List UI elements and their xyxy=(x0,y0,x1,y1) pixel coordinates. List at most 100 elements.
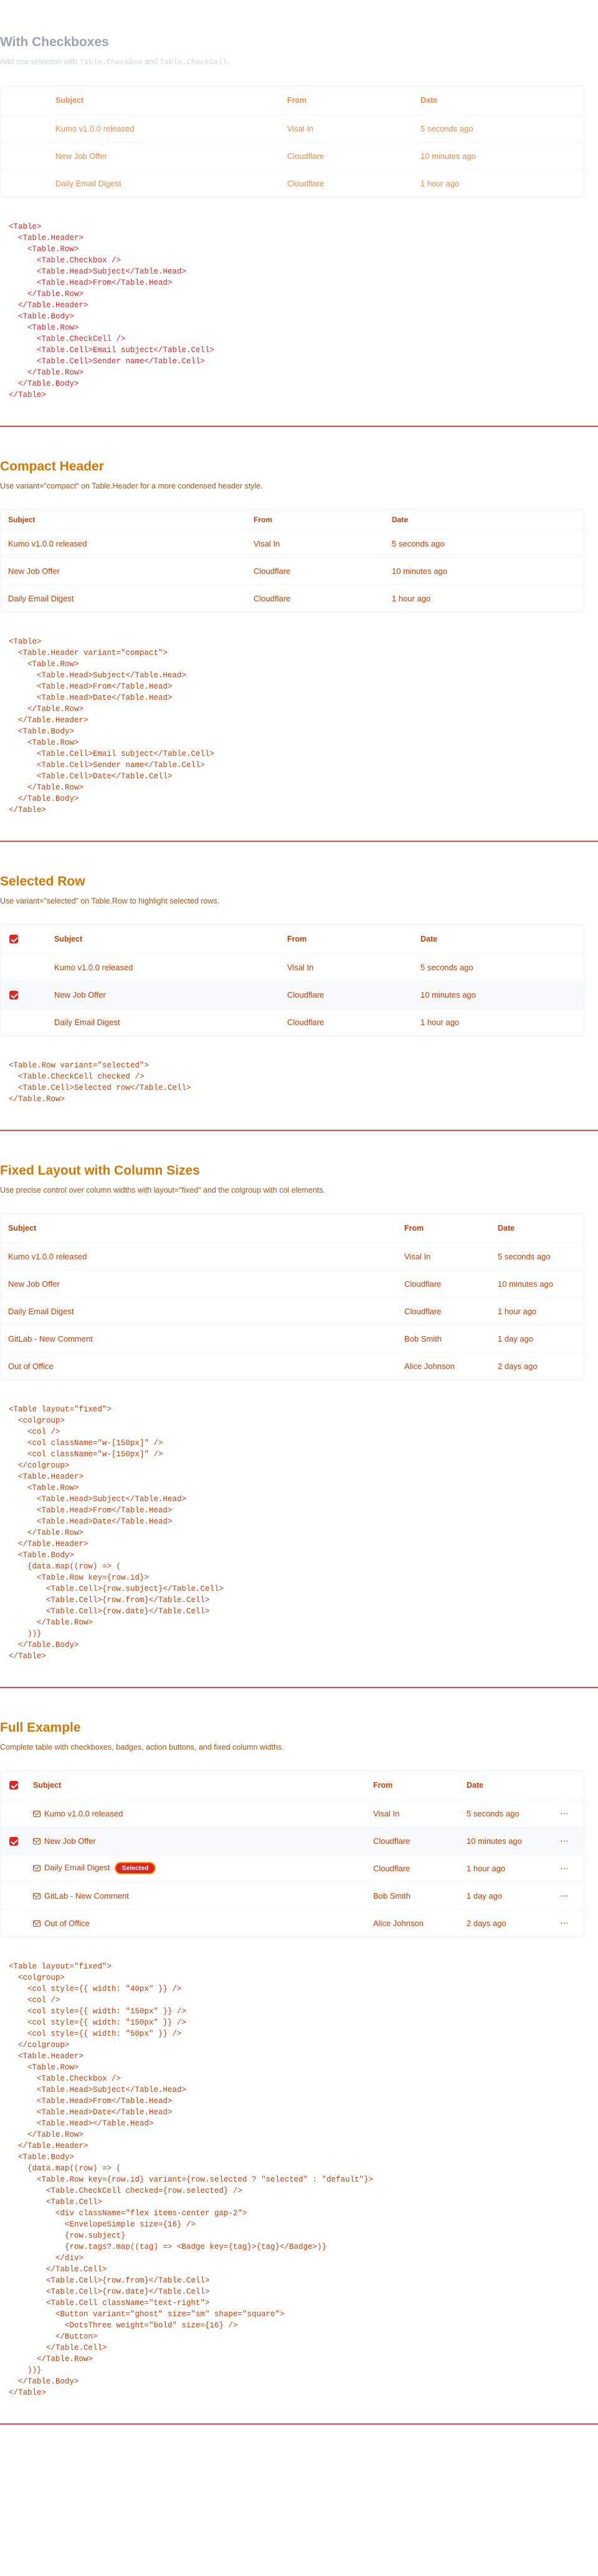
envelope-icon xyxy=(33,1920,40,1927)
table-full-example: Subject From Date Kumo v1.0.0 released V… xyxy=(0,1770,584,1937)
section-fixed-layout: Fixed Layout with Column Sizes Use preci… xyxy=(0,1131,598,1688)
subject-cell: Daily Email Digest xyxy=(54,1017,120,1027)
dots-three-icon[interactable]: ⋯ xyxy=(560,1891,569,1901)
table-header-row: Subject From Date xyxy=(1,1771,584,1800)
table-row[interactable]: Kumo v1.0.0 released Visal In 5 seconds ag… xyxy=(1,115,584,143)
subject-cell: Daily Email Digest xyxy=(1,1297,397,1325)
section-description: Use variant="selected" on Table.Row to h… xyxy=(0,897,220,905)
from-cell: Cloudflare xyxy=(287,1017,325,1027)
code-example: <Table> <Table.Header> <Table.Row> <Tabl… xyxy=(9,222,215,399)
from-cell: Visal In xyxy=(280,115,413,143)
select-all-checkbox[interactable] xyxy=(9,935,18,944)
envelope-icon xyxy=(33,1838,40,1845)
dots-three-icon[interactable]: ⋯ xyxy=(560,1918,569,1928)
table-row[interactable]: GitLab - New Comment Bob Smith 1 day ago xyxy=(1,1325,584,1353)
from-cell: Bob Smith xyxy=(397,1325,490,1353)
subject-cell: New Job Offer xyxy=(1,1270,397,1298)
code-example: <Table.Row variant="selected"> <Table.Ch… xyxy=(9,1061,191,1104)
dots-three-icon[interactable]: ⋯ xyxy=(560,1836,569,1846)
table-row[interactable]: Daily Email Digest Cloudflare 1 hour ago xyxy=(1,1297,584,1325)
section-title: Compact Header xyxy=(0,459,104,474)
section-selected-row: Selected Row Use variant="selected" on T… xyxy=(0,842,598,1131)
date-cell: 2 days ago xyxy=(498,1361,538,1371)
section-title: Fixed Layout with Column Sizes xyxy=(0,1163,200,1178)
table-header-row: Subject From Date xyxy=(1,510,584,530)
table-row[interactable]: Out of Office Alice Johnson 2 days ago xyxy=(1,1352,584,1380)
column-header-subject: Subject xyxy=(48,86,280,115)
dots-three-icon[interactable]: ⋯ xyxy=(560,1863,569,1873)
table-row-selected[interactable]: New Job Offer Cloudflare 10 minutes ago … xyxy=(1,1827,584,1855)
date-cell: 1 day ago xyxy=(459,1882,553,1910)
table-row[interactable]: Kumo v1.0.0 released Visal In 5 seconds … xyxy=(1,1800,584,1828)
actions-cell[interactable]: ⋯ xyxy=(553,1800,584,1828)
table-row[interactable]: Daily Email Digest Cloudflare 1 hour ago xyxy=(1,584,584,612)
from-cell: Visal In xyxy=(397,1243,490,1271)
subject-cell: New Job Offer xyxy=(1,557,246,585)
actions-cell[interactable]: ⋯ xyxy=(553,1909,584,1937)
row-checkbox-cell[interactable] xyxy=(1,1827,26,1855)
table-row[interactable]: Kumo v1.0.0 released Visal In 5 seconds ag… xyxy=(1,530,584,558)
table-header-row: Subject From Date xyxy=(1,925,584,954)
table-row[interactable]: New Job Offer Cloudflare 10 minutes ago xyxy=(1,557,584,585)
table-compact-header: Subject From Date Kumo v1.0.0 released Vi… xyxy=(0,509,584,613)
column-header-actions xyxy=(553,1771,584,1800)
row-checkbox-cell xyxy=(1,1882,26,1910)
actions-cell[interactable]: ⋯ xyxy=(553,1827,584,1855)
code-example: <Table layout="fixed"> <colgroup> <col s… xyxy=(9,1962,374,2397)
row-checkbox-cell xyxy=(1,1854,26,1882)
section-with-checkboxes: With Checkboxes Add row selection with T… xyxy=(0,0,598,427)
from-cell: Visal In xyxy=(246,530,384,558)
select-all-checkbox-cell[interactable] xyxy=(1,925,47,954)
from-cell: Bob Smith xyxy=(366,1882,459,1910)
date-cell: 10 minutes ago xyxy=(384,557,584,585)
row-checkbox-cell xyxy=(1,1008,47,1036)
date-cell: 10 minutes ago xyxy=(490,1270,584,1298)
table-checkbox-header xyxy=(1,86,48,115)
table-row[interactable]: Out of Office Alice Johnson 2 days ago ⋯ xyxy=(1,1909,584,1937)
section-full-example: Full Example Complete table with checkbo… xyxy=(0,1688,598,2425)
status-badge: Selected xyxy=(115,1862,156,1874)
from-cell: Cloudflare xyxy=(397,1270,490,1298)
column-header-date: Date xyxy=(413,86,584,115)
table-row[interactable]: Daily Email Digest Cloudflare 1 hour ago xyxy=(1,169,584,197)
actions-cell[interactable]: ⋯ xyxy=(553,1882,584,1910)
from-cell: Cloudflare xyxy=(246,557,384,585)
select-all-checkbox[interactable] xyxy=(9,1781,18,1790)
from-cell: Visal In xyxy=(366,1800,459,1828)
section-title: Selected Row xyxy=(0,874,85,889)
from-cell: Cloudflare xyxy=(280,981,413,1009)
date-cell: 1 hour ago xyxy=(490,1297,584,1325)
column-header-subject: Subject xyxy=(1,510,246,530)
actions-cell[interactable]: ⋯ xyxy=(553,1854,584,1882)
subject-cell: GitLab - New Comment xyxy=(1,1325,397,1353)
subject-cell: Daily Email Digest xyxy=(55,178,121,188)
table-row[interactable]: Daily Email Digest Selected Cloudflare 1 … xyxy=(1,1854,584,1882)
table-row[interactable]: GitLab - New Comment Bob Smith 1 day ago… xyxy=(1,1882,584,1910)
row-checkbox-cell xyxy=(1,169,48,197)
table-row[interactable]: Kumo v1.0.0 released Visal In 5 seconds ag… xyxy=(1,1243,584,1271)
select-all-checkbox-cell[interactable] xyxy=(1,1771,26,1800)
column-header-from: From xyxy=(280,86,413,115)
column-header-subject: Subject xyxy=(26,1771,366,1800)
section-description: Complete table with checkboxes, badges, … xyxy=(0,1743,284,1752)
envelope-icon xyxy=(33,1811,40,1818)
table-row-selected[interactable]: New Job Offer Cloudflare 10 minutes ago xyxy=(1,981,584,1009)
table-row[interactable]: New Job Offer Cloudflare 10 minutes ago xyxy=(1,142,584,170)
table-row[interactable]: New Job Offer Cloudflare 10 minutes ago xyxy=(1,1270,584,1298)
date-cell: 1 day ago xyxy=(490,1325,584,1353)
column-header-date: Date xyxy=(490,1214,584,1243)
row-checkbox[interactable] xyxy=(9,990,18,999)
table-row[interactable]: Kumo v1.0.0 released Visal In 5 seconds ag… xyxy=(1,953,584,981)
section-description: Use precise control over column widths w… xyxy=(0,1186,325,1195)
subject-cell: Kumo v1.0.0 released xyxy=(48,115,280,143)
subject-cell: New Job Offer xyxy=(26,1827,366,1855)
table-row[interactable]: Daily Email Digest Cloudflare 1 hour ago xyxy=(1,1008,584,1036)
dots-three-icon[interactable]: ⋯ xyxy=(560,1808,569,1818)
subject-cell: New Job Offer xyxy=(48,142,280,170)
row-checkbox-cell[interactable] xyxy=(1,981,47,1009)
from-cell: Visal In xyxy=(280,953,413,981)
row-checkbox[interactable] xyxy=(9,1836,18,1846)
code-example: <Table> <Table.Header variant="compact">… xyxy=(9,637,215,814)
date-cell: 5 seconds ago xyxy=(413,115,584,143)
envelope-icon xyxy=(33,1865,40,1871)
